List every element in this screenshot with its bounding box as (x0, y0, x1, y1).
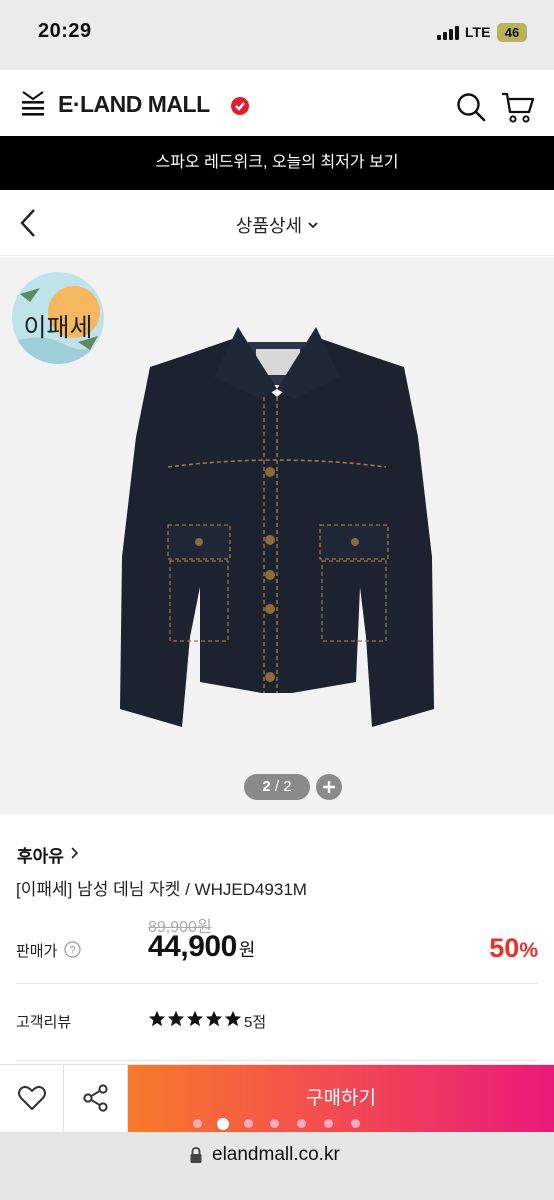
eland-mall-logo[interactable]: E·LAND MALL (58, 91, 210, 118)
sale-price-value: 44,900 (148, 930, 237, 963)
divider (16, 983, 538, 984)
discount-value: 50 (489, 933, 520, 963)
lock-icon (189, 1146, 203, 1164)
chevron-down-icon (308, 214, 318, 229)
page-indicator (0, 1118, 554, 1130)
page-dot (270, 1119, 279, 1128)
rating-stars[interactable] (148, 1010, 242, 1030)
cart-icon[interactable] (500, 90, 536, 124)
page-dot (351, 1119, 360, 1128)
image-counter-current: 2 (262, 778, 271, 795)
page-title[interactable]: 상품상세 (0, 212, 554, 238)
browser-address-bar[interactable]: elandmall.co.kr (0, 1132, 554, 1200)
star-icon (148, 1010, 166, 1027)
heart-icon (18, 1085, 46, 1110)
app-header: E·LAND MALL (0, 78, 554, 136)
url-text: elandmall.co.kr (212, 1144, 340, 1165)
signal-icon (437, 26, 459, 40)
status-bar: 20:29 LTE 46 (0, 0, 554, 70)
star-icon (205, 1010, 223, 1027)
page-dot (297, 1119, 306, 1128)
review-rating-text[interactable]: 5점 (244, 1011, 266, 1032)
battery-icon: 46 (497, 23, 527, 42)
share-icon (83, 1084, 108, 1112)
search-icon[interactable] (455, 91, 487, 123)
page-dot (244, 1119, 253, 1128)
divider (16, 1060, 538, 1061)
sticker-text: 이패세 (23, 313, 93, 342)
help-icon[interactable]: ? (64, 941, 81, 958)
menu-icon[interactable] (20, 90, 46, 118)
product-name: [이패세] 남성 데님 자켓 / WHJED4931M (16, 880, 307, 899)
brand-link[interactable]: 후아유 (17, 842, 64, 867)
star-icon (186, 1010, 204, 1027)
discount-unit: % (519, 939, 538, 962)
price-label: 판매가 (16, 943, 58, 960)
star-icon (167, 1010, 185, 1027)
star-icon (224, 1010, 242, 1027)
logo-badge-icon (231, 97, 249, 115)
zoom-plus-icon[interactable] (316, 774, 342, 800)
chevron-right-icon (70, 846, 79, 859)
sale-price: 44,900 원 (148, 930, 255, 964)
page-title-text: 상품상세 (235, 216, 303, 236)
network-label: LTE (465, 24, 491, 40)
page-dot (193, 1119, 202, 1128)
event-sticker: 이패세 (12, 272, 104, 364)
page-dot (324, 1119, 333, 1128)
discount-rate: 50% (489, 933, 538, 964)
page-nav: 상품상세 (0, 190, 554, 256)
review-label: 고객리뷰 (16, 1014, 72, 1031)
image-counter: 2 / 2 (244, 774, 310, 800)
page-dot-active (217, 1118, 229, 1130)
image-counter-separator: / (270, 778, 284, 795)
svg-text:?: ? (69, 945, 75, 957)
image-counter-total: 2 (283, 778, 292, 795)
status-time: 20:29 (38, 20, 92, 42)
sale-price-unit: 원 (238, 940, 256, 960)
promo-banner[interactable]: 스파오 레드위크, 오늘의 최저가 보기 (0, 136, 554, 190)
